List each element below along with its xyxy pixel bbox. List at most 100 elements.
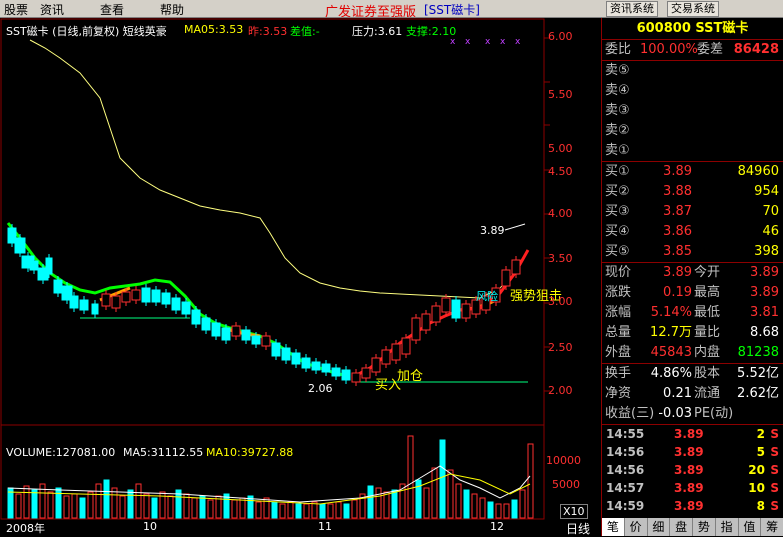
- stat-label: 最高: [694, 285, 721, 300]
- candle: [181, 301, 191, 315]
- buy-label: 买④: [605, 224, 630, 239]
- kline-chart[interactable]: xxxxx SST磁卡 (日线,前复权) 短线英豪 MA05:3.53 昨:3.…: [0, 18, 600, 536]
- candle: [441, 297, 451, 313]
- volume-bar: [231, 499, 238, 519]
- tick-volume: 20: [748, 463, 765, 477]
- price-tick: 4.00: [548, 207, 573, 220]
- candle: [501, 269, 511, 287]
- tab-index[interactable]: 指: [716, 518, 739, 536]
- volume-bar: [295, 503, 302, 519]
- tick-price: 3.89: [674, 463, 704, 477]
- marker-x: x: [500, 37, 506, 47]
- tab-market[interactable]: 盘: [670, 518, 693, 536]
- candle: [14, 237, 26, 254]
- volume-bar: [303, 503, 310, 519]
- volume-bar: [487, 501, 494, 519]
- support-label: 支撑:2.10: [406, 25, 457, 38]
- candle: [361, 367, 371, 379]
- stat-value: 0.19: [663, 285, 692, 300]
- tab-ticks[interactable]: 笔: [602, 518, 625, 536]
- candle: [341, 369, 351, 381]
- sell-row: 卖②: [602, 121, 783, 141]
- vol-tick: 10000: [546, 454, 581, 467]
- volume-bar: [55, 487, 62, 519]
- candle: [191, 309, 201, 325]
- candle: [29, 260, 39, 271]
- buy-price: 3.85: [663, 244, 692, 259]
- sell-row: 卖①: [602, 141, 783, 161]
- volume-bar: [375, 487, 382, 519]
- tick-time: 14:57: [606, 481, 645, 495]
- volume-bar: [271, 501, 278, 519]
- buy-row[interactable]: 买④ 3.86 46: [602, 222, 783, 242]
- tab-trend[interactable]: 势: [693, 518, 716, 536]
- menu-stock[interactable]: 股票: [4, 1, 28, 18]
- buy-row[interactable]: 买③ 3.87 70: [602, 202, 783, 222]
- buy-row[interactable]: 买② 3.88 954: [602, 182, 783, 202]
- marker-x: x: [485, 37, 491, 47]
- stat-row: 净资 0.21 流通 2.62亿: [602, 384, 783, 404]
- tab-value[interactable]: 值: [739, 518, 762, 536]
- stat-label: 现价: [605, 265, 632, 280]
- candle: [331, 367, 341, 377]
- volume-bar: [431, 467, 438, 519]
- volume-label: VOLUME:127081.00: [6, 446, 116, 459]
- volume-bar: [15, 493, 22, 519]
- volume-bar: [239, 497, 246, 519]
- price-tick: 6.00: [548, 30, 573, 43]
- candle: [141, 287, 151, 303]
- candle: [201, 317, 211, 331]
- candle: [251, 335, 261, 345]
- tick-row: 14:57 3.89 10 S: [602, 479, 783, 497]
- tab-price[interactable]: 价: [625, 518, 648, 536]
- tick-row: 14:56 3.89 5 S: [602, 443, 783, 461]
- volume-bar: [71, 493, 78, 519]
- chart-title: SST磁卡 (日线,前复权) 短线英豪: [6, 25, 167, 38]
- candle: [101, 293, 111, 307]
- volume-bar: [167, 495, 174, 519]
- volume-bar: [135, 483, 142, 519]
- price-tick: 2.50: [548, 341, 573, 354]
- vol-tick: 5000: [552, 478, 580, 491]
- volume-bar: [319, 503, 326, 519]
- tab-detail[interactable]: 细: [648, 518, 671, 536]
- sell-label: 卖②: [605, 123, 630, 138]
- menu-view[interactable]: 查看: [100, 1, 124, 18]
- news-system-button[interactable]: 资讯系统: [606, 1, 658, 17]
- volume-bar: [327, 503, 334, 519]
- trade-system-button[interactable]: 交易系统: [667, 1, 719, 17]
- chart-frame: [0, 18, 545, 520]
- menu-help[interactable]: 帮助: [160, 1, 184, 18]
- sell-label: 卖①: [605, 143, 630, 158]
- volume-bar: [79, 497, 86, 519]
- volume-bar: [103, 479, 110, 519]
- buy-row[interactable]: 买① 3.89 84960: [602, 162, 783, 182]
- price-tick: 5.50: [548, 88, 573, 101]
- stat-label: 流通: [694, 386, 721, 401]
- volume-bar: [519, 489, 526, 519]
- period-label[interactable]: 日线: [566, 520, 590, 537]
- stock-tab[interactable]: [SST磁卡]: [424, 1, 480, 18]
- tab-chips[interactable]: 筹: [761, 518, 783, 536]
- volume-bar: [279, 503, 286, 519]
- stat-label: 涨跌: [605, 285, 632, 300]
- marker-x: x: [515, 37, 521, 47]
- resistance-label: 压力:3.61: [352, 25, 403, 38]
- tick-row: 14:56 3.89 20 S: [602, 461, 783, 479]
- candle: [351, 372, 361, 383]
- tick-time: 14:59: [606, 499, 645, 513]
- price-tick: 3.50: [548, 252, 573, 265]
- menu-news[interactable]: 资讯: [40, 1, 64, 18]
- price-tick: 2.00: [548, 384, 573, 397]
- candle: [111, 295, 121, 309]
- volume-bar: [31, 489, 38, 519]
- stat-row: 涨幅 5.14% 最低 3.81: [602, 303, 783, 323]
- buy-price: 3.87: [663, 204, 692, 219]
- buy-row[interactable]: 买⑤ 3.85 398: [602, 242, 783, 262]
- volume-bar: [87, 491, 94, 519]
- quote-panel: 600800 SST磁卡 委比 100.00% 委差 86428 卖⑤ 卖④ 卖…: [601, 18, 783, 536]
- stat-row: 现价 3.89 今开 3.89: [602, 263, 783, 283]
- candle: [371, 357, 381, 373]
- sell-row: 卖③: [602, 101, 783, 121]
- candle: [291, 352, 301, 365]
